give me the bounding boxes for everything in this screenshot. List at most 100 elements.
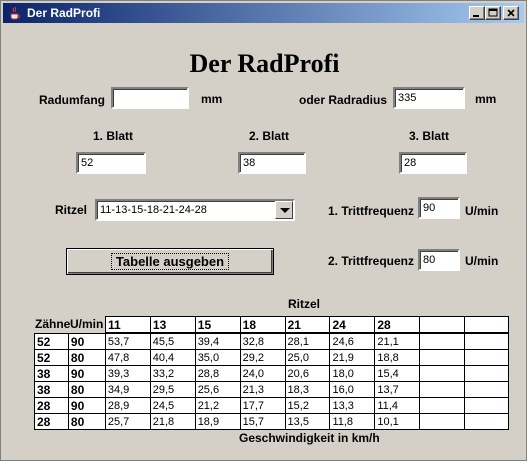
speed-cell <box>464 365 509 382</box>
java-cup-icon <box>8 6 22 20</box>
tabelle-ausgeben-label: Tabelle ausgeben <box>110 253 230 270</box>
ritzel-header-table: 11 13 15 18 21 24 28 <box>105 316 509 333</box>
col-zaehne-header: Zähne <box>35 317 71 331</box>
radumfang-unit: mm <box>201 92 223 106</box>
table-row: 28 80 25,7 21,8 18,9 15,7 13,5 11,8 10,1 <box>34 413 509 430</box>
speed-cell: 25,0 <box>284 349 331 366</box>
speed-cell: 20,6 <box>284 365 331 382</box>
speed-cell <box>464 381 509 398</box>
radumfang-label: Radumfang <box>39 93 105 107</box>
trittfrequenz-2-label: 2. Trittfrequenz <box>328 254 415 268</box>
speed-table: 52 90 53,7 45,5 39,4 32,8 28,1 24,6 21,1 52 80 47,8… <box>34 333 509 430</box>
table-row: 28 90 28,9 24,5 21,2 17,7 15,2 13,3 11,4 <box>34 397 509 414</box>
app-window: Der RadProfi Der RadProfi Radumfang mm o… <box>0 0 527 461</box>
umin-cell: 90 <box>67 333 106 350</box>
trittfrequenz-1-unit: U/min <box>465 204 499 218</box>
title-bar[interactable]: Der RadProfi <box>3 3 524 23</box>
speed-cell: 24,0 <box>239 365 286 382</box>
zaehne-cell: 28 <box>34 397 69 414</box>
blatt-1-field[interactable] <box>76 152 146 174</box>
radradius-input[interactable] <box>398 92 460 104</box>
tabelle-ausgeben-button[interactable]: Tabelle ausgeben <box>66 248 274 275</box>
speed-cell <box>464 397 509 414</box>
speed-cell: 13,7 <box>374 381 421 398</box>
blatt-3-field[interactable] <box>399 152 467 174</box>
speed-cell: 25,7 <box>104 413 151 430</box>
ritzel-dropdown-button[interactable] <box>275 201 293 219</box>
speed-cell: 15,2 <box>284 397 331 414</box>
minimize-icon <box>473 15 479 17</box>
speed-cell: 47,8 <box>104 349 151 366</box>
trittfrequenz-1-input[interactable] <box>423 202 455 214</box>
speed-cell: 11,4 <box>374 397 421 414</box>
speed-cell: 35,0 <box>194 349 241 366</box>
speed-cell: 17,7 <box>239 397 286 414</box>
table-ritzel-caption: Ritzel <box>288 297 321 311</box>
speed-cell: 21,1 <box>374 333 421 350</box>
speed-cell: 15,4 <box>374 365 421 382</box>
speed-cell <box>419 349 466 366</box>
speed-cell: 39,4 <box>194 333 241 350</box>
ritzel-header-cell <box>419 316 466 333</box>
speed-cell: 21,8 <box>149 413 196 430</box>
speed-cell <box>419 333 466 350</box>
blatt-2-field[interactable] <box>238 152 306 174</box>
speed-cell <box>419 413 466 430</box>
speed-cell: 18,8 <box>374 349 421 366</box>
speed-cell: 32,8 <box>239 333 286 350</box>
trittfrequenz-1-field[interactable] <box>418 197 460 219</box>
umin-cell: 90 <box>67 365 106 382</box>
maximize-button[interactable] <box>485 6 501 20</box>
ritzel-label: Ritzel <box>55 203 88 217</box>
speed-cell: 21,9 <box>329 349 376 366</box>
ritzel-select[interactable]: 11-13-15-18-21-24-28 <box>95 199 295 221</box>
speed-cell: 15,7 <box>239 413 286 430</box>
blatt-2-label: 2. Blatt <box>249 129 290 143</box>
speed-cell: 33,2 <box>149 365 196 382</box>
trittfrequenz-2-input[interactable] <box>423 254 455 266</box>
umin-cell: 90 <box>67 397 106 414</box>
ritzel-header-cell: 11 <box>105 316 151 333</box>
radradius-unit: mm <box>475 92 497 106</box>
zaehne-cell: 38 <box>34 365 69 382</box>
speed-cell: 18,0 <box>329 365 376 382</box>
speed-cell <box>464 333 509 350</box>
blatt-3-input[interactable] <box>404 157 462 169</box>
speed-cell: 28,9 <box>104 397 151 414</box>
page-title: Der RadProfi <box>189 49 340 78</box>
speed-cell: 16,0 <box>329 381 376 398</box>
speed-cell <box>419 381 466 398</box>
close-button[interactable] <box>503 6 519 20</box>
speed-cell: 28,1 <box>284 333 331 350</box>
speed-cell: 24,5 <box>149 397 196 414</box>
speed-cell: 34,9 <box>104 381 151 398</box>
radradius-field[interactable] <box>393 87 465 109</box>
speed-cell <box>419 365 466 382</box>
speed-cell: 10,1 <box>374 413 421 430</box>
speed-cell <box>419 397 466 414</box>
blatt-3-label: 3. Blatt <box>409 129 450 143</box>
speed-cell: 18,3 <box>284 381 331 398</box>
chevron-down-icon <box>280 208 290 213</box>
minimize-button[interactable] <box>469 6 485 20</box>
speed-cell: 40,4 <box>149 349 196 366</box>
speed-cell: 18,9 <box>194 413 241 430</box>
ritzel-header-cell: 18 <box>239 316 286 333</box>
blatt-1-input[interactable] <box>81 157 141 169</box>
ritzel-header-cell: 24 <box>329 316 376 333</box>
umin-cell: 80 <box>67 381 106 398</box>
ritzel-header-cell: 13 <box>149 316 196 333</box>
speed-cell: 45,5 <box>149 333 196 350</box>
maximize-icon <box>488 8 498 17</box>
zaehne-cell: 28 <box>34 413 69 430</box>
speed-cell <box>464 413 509 430</box>
zaehne-cell: 52 <box>34 333 69 350</box>
blatt-2-input[interactable] <box>243 157 301 169</box>
speed-cell: 13,3 <box>329 397 376 414</box>
radumfang-field[interactable] <box>111 87 189 109</box>
window-title: Der RadProfi <box>27 6 101 20</box>
radumfang-input[interactable] <box>116 92 184 104</box>
trittfrequenz-2-field[interactable] <box>418 249 460 271</box>
speed-cell: 24,6 <box>329 333 376 350</box>
trittfrequenz-2-unit: U/min <box>465 254 499 268</box>
